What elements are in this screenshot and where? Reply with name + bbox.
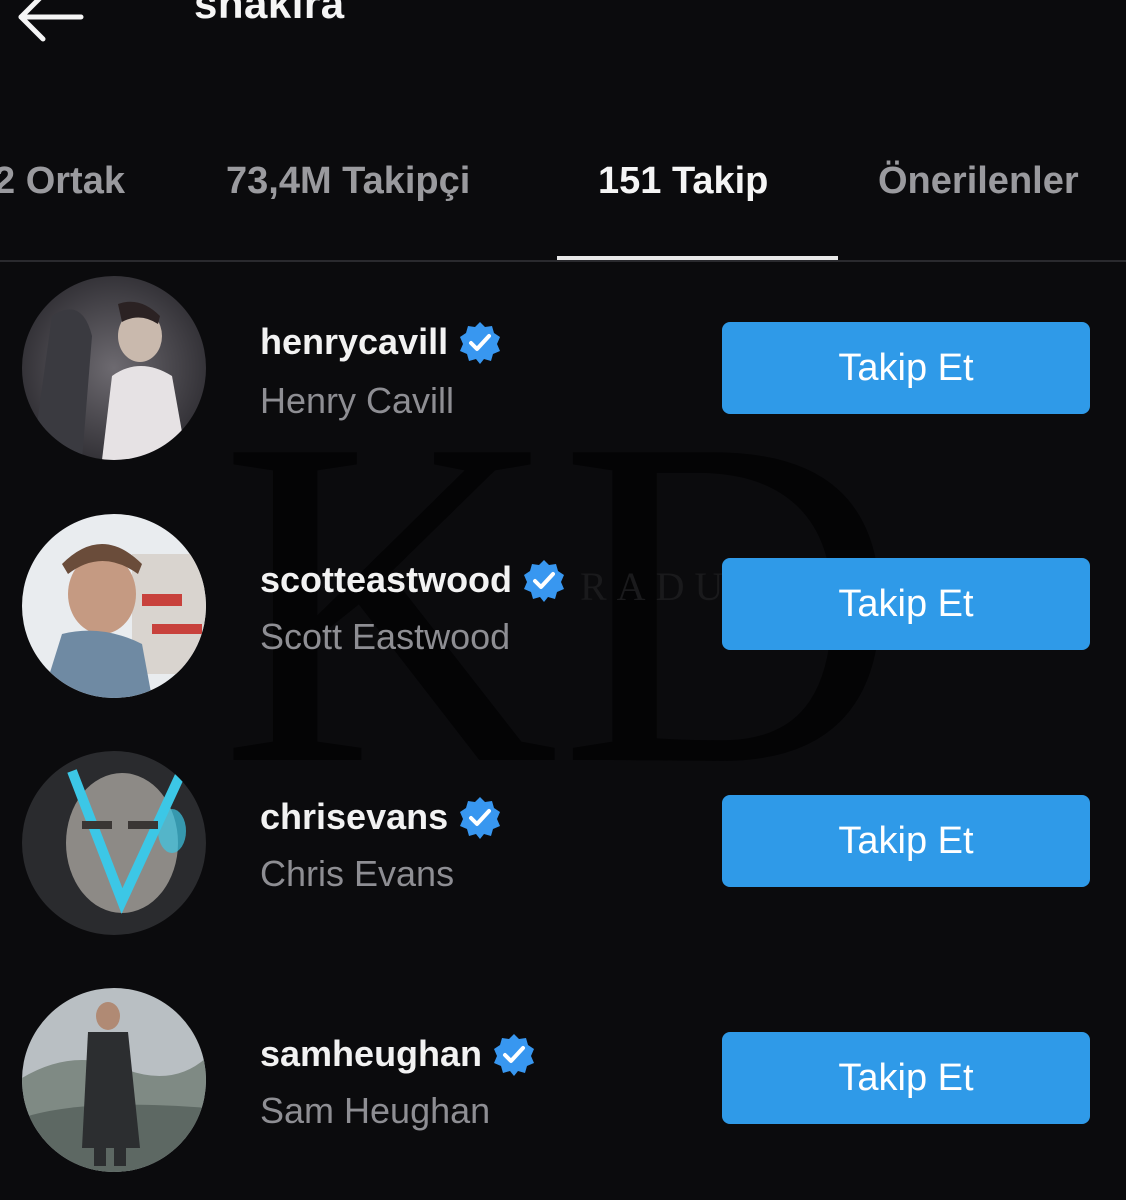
follow-button-label: Takip Et [838,346,974,389]
verified-badge-icon [460,322,501,364]
top-bar: shakira [0,0,1126,110]
username-row: henrycavill [260,320,502,364]
full-name: Henry Cavill [260,380,455,421]
username-row: chrisevans [260,795,502,839]
arrow-left-icon [18,0,84,42]
tab-suggested[interactable]: Önerilenler [878,160,1079,203]
follow-button[interactable]: Takip Et [722,558,1090,650]
username[interactable]: chrisevans [260,796,448,838]
list-item: henrycavill Henry Cavill Takip Et [0,270,1126,470]
follow-button-label: Takip Et [838,1056,974,1099]
avatar[interactable] [22,988,206,1172]
username[interactable]: henrycavill [260,321,448,363]
list-item: scotteastwood Scott Eastwood Takip Et [0,508,1126,708]
avatar[interactable] [22,276,206,460]
tab-followers[interactable]: 73,4M Takipçi [226,160,470,203]
username[interactable]: scotteastwood [260,559,512,601]
active-tab-indicator [557,256,838,260]
verified-badge-icon [460,797,501,839]
back-button[interactable] [10,0,90,52]
username-row: scotteastwood [260,558,566,602]
verified-badge-icon [524,560,565,602]
follow-button[interactable]: Takip Et [722,322,1090,414]
avatar[interactable] [22,751,206,935]
list-item: chrisevans Chris Evans Takip Et [0,745,1126,945]
username-row: samheughan [260,1032,536,1076]
follow-tabs: 2 Ortak 73,4M Takipçi 151 Takip Önerilen… [0,150,1126,262]
follow-button-label: Takip Et [838,582,974,625]
verified-badge-icon [494,1034,535,1076]
tab-mutual[interactable]: 2 Ortak [0,160,125,203]
tab-following[interactable]: 151 Takip [598,160,768,203]
avatar[interactable] [22,514,206,698]
follow-button-label: Takip Et [838,819,974,862]
full-name: Scott Eastwood [260,616,511,657]
profile-title: shakira [194,0,345,27]
full-name: Sam Heughan [260,1090,491,1131]
follow-button[interactable]: Takip Et [722,795,1090,887]
username[interactable]: samheughan [260,1033,482,1075]
follow-button[interactable]: Takip Et [722,1032,1090,1124]
list-item: samheughan Sam Heughan Takip Et [0,982,1126,1182]
full-name: Chris Evans [260,853,455,894]
